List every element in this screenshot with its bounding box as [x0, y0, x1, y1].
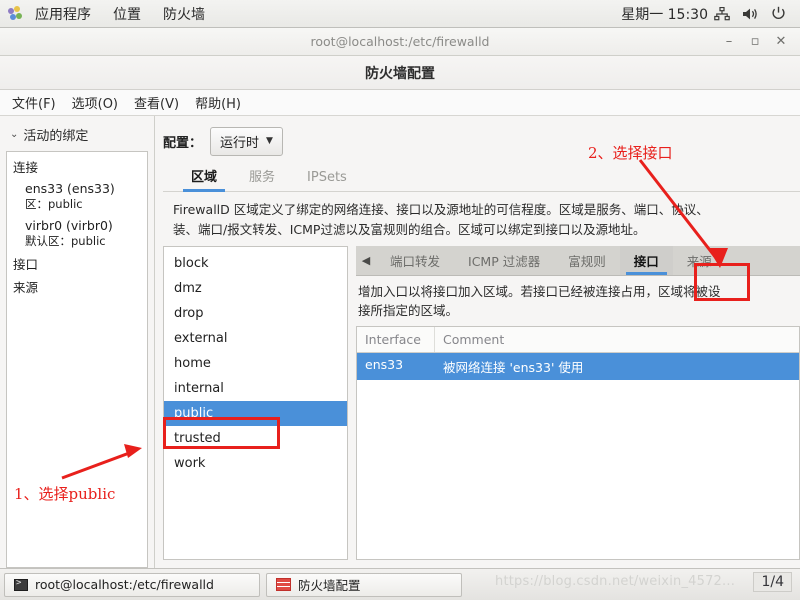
- close-button[interactable]: ✕: [768, 28, 794, 55]
- panel-menu-applications[interactable]: 应用程序: [24, 0, 102, 27]
- interfaces-description: 增加入口以将接口加入区域。若接口已经被连接占用，区域将被设 接所指定的区域。: [356, 276, 800, 326]
- menu-view[interactable]: 查看(V): [126, 90, 187, 115]
- subtab-interfaces[interactable]: 接口: [619, 246, 673, 275]
- zone-item-work[interactable]: work: [164, 451, 347, 476]
- table-header-row: Interface Comment: [357, 327, 799, 353]
- window-body: ⌄ 活动的绑定 连接 ens33 (ens33) 区：public virbr0…: [0, 116, 800, 568]
- bindings-list[interactable]: 连接 ens33 (ens33) 区：public virbr0 (virbr0…: [6, 151, 148, 568]
- zone-item-block[interactable]: block: [164, 251, 347, 276]
- app-title: 防火墙配置: [365, 65, 435, 82]
- zone-item-external[interactable]: external: [164, 326, 347, 351]
- interfaces-description-line-2: 接所指定的区域。: [358, 303, 459, 318]
- subtab-port-forward[interactable]: 端口转发: [376, 246, 454, 275]
- column-header-comment: Comment: [443, 332, 505, 347]
- cell-comment: 被网络连接 'ens33' 使用: [443, 360, 584, 375]
- interfaces-table[interactable]: Interface Comment ens33 被网络连接 'ens33' 使用: [356, 326, 800, 560]
- tab-ipsets[interactable]: IPSets: [291, 164, 363, 191]
- sidebar-header-label: 活动的绑定: [23, 129, 89, 144]
- power-icon[interactable]: [764, 0, 792, 27]
- zone-list[interactable]: block dmz drop external home internal pu…: [163, 246, 348, 560]
- active-bindings-sidebar: ⌄ 活动的绑定 连接 ens33 (ens33) 区：public virbr0…: [0, 116, 155, 568]
- binding-name: ens33 (ens33): [25, 181, 115, 196]
- zone-item-public[interactable]: public: [164, 401, 347, 426]
- panel-clock[interactable]: 星期一 15:30: [621, 4, 708, 24]
- subtab-sources[interactable]: 来源: [673, 246, 726, 275]
- menu-help[interactable]: 帮助(H): [187, 90, 249, 115]
- binding-group-interfaces[interactable]: 接口: [7, 252, 147, 275]
- taskbar-item-label: root@localhost:/etc/firewalld: [35, 577, 214, 592]
- zone-item-home[interactable]: home: [164, 351, 347, 376]
- minimize-button[interactable]: –: [716, 28, 742, 55]
- panel-left-group: 应用程序 位置 防火墙: [0, 0, 216, 27]
- subtab-rich-rules[interactable]: 富规则: [554, 246, 620, 275]
- window-titlebar[interactable]: root@localhost:/etc/firewalld – ▫ ✕: [0, 28, 800, 56]
- maximize-button[interactable]: ▫: [742, 28, 768, 55]
- tab-zones[interactable]: 区域: [175, 160, 233, 192]
- window-controls: – ▫ ✕: [716, 28, 794, 55]
- network-icon[interactable]: [708, 0, 736, 27]
- configuration-dropdown[interactable]: 运行时 ▼: [210, 126, 283, 156]
- zone-item-drop[interactable]: drop: [164, 301, 347, 326]
- zones-description-line-1: FirewallD 区域定义了绑定的网络连接、接口以及源地址的可信程度。区域是服…: [173, 202, 709, 217]
- panel-menu-firewall[interactable]: 防火墙: [152, 0, 216, 27]
- cell-interface: ens33: [365, 357, 404, 372]
- taskbar-item-label: 防火墙配置: [298, 578, 361, 593]
- subtab-icmp-filter[interactable]: ICMP 过滤器: [454, 246, 554, 275]
- firewall-icon: [276, 578, 291, 591]
- zone-item-trusted[interactable]: trusted: [164, 426, 347, 451]
- menu-options[interactable]: 选项(O): [64, 90, 126, 115]
- menubar: 文件(F) 选项(O) 查看(V) 帮助(H): [0, 90, 800, 116]
- zone-detail-split: block dmz drop external home internal pu…: [163, 246, 800, 568]
- binding-name: virbr0 (virbr0): [25, 218, 113, 233]
- scroll-left-icon[interactable]: ◀: [356, 254, 376, 267]
- chevron-down-icon: ▼: [266, 136, 273, 146]
- gnome-logo-icon[interactable]: [8, 5, 24, 22]
- main-content: 配置： 运行时 ▼ 区域 服务 IPSets FirewallD 区域定义了绑定…: [155, 116, 800, 568]
- binding-entry-ens33[interactable]: ens33 (ens33) 区：public: [7, 178, 147, 215]
- taskbar-item-firewall[interactable]: 防火墙配置: [266, 572, 462, 597]
- interfaces-description-line-1: 增加入口以将接口加入区域。若接口已经被连接占用，区域将被设: [358, 284, 721, 299]
- firewall-config-window: root@localhost:/etc/firewalld – ▫ ✕ 防火墙配…: [0, 28, 800, 568]
- zone-subtabs: ◀ 端口转发 ICMP 过滤器 富规则 接口 来源: [356, 246, 800, 276]
- page-indicator: 1/4: [753, 572, 792, 592]
- zones-description-line-2: 装、端口/报文转发、ICMP过滤以及富规则的组合。区域可以绑定到接口以及源地址。: [173, 222, 646, 237]
- zone-detail-panel: ◀ 端口转发 ICMP 过滤器 富规则 接口 来源 增加入口以将接口加入区域。若…: [356, 246, 800, 560]
- desktop-top-panel: 应用程序 位置 防火墙 星期一 15:30: [0, 0, 800, 28]
- configuration-row: 配置： 运行时 ▼: [163, 124, 800, 158]
- zones-description: FirewallD 区域定义了绑定的网络连接、接口以及源地址的可信程度。区域是服…: [163, 192, 800, 246]
- main-tabstrip: 区域 服务 IPSets: [163, 160, 800, 192]
- terminal-icon: [14, 578, 28, 591]
- binding-zone: 默认区：public: [25, 234, 106, 248]
- app-header: 防火墙配置: [0, 56, 800, 90]
- panel-menu-places[interactable]: 位置: [102, 0, 152, 27]
- watermark-text: https://blog.csdn.net/weixin_4572...: [495, 574, 736, 589]
- configuration-value: 运行时: [220, 135, 260, 151]
- binding-group-connections[interactable]: 连接: [7, 155, 147, 178]
- binding-entry-virbr0[interactable]: virbr0 (virbr0) 默认区：public: [7, 215, 147, 252]
- configuration-label: 配置：: [163, 135, 203, 151]
- binding-zone: 区：public: [25, 197, 83, 211]
- chevron-down-icon: ⌄: [10, 129, 19, 140]
- zone-item-dmz[interactable]: dmz: [164, 276, 347, 301]
- binding-group-sources[interactable]: 来源: [7, 275, 147, 298]
- volume-icon[interactable]: [736, 0, 764, 27]
- sidebar-header[interactable]: ⌄ 活动的绑定: [6, 122, 148, 151]
- window-title: root@localhost:/etc/firewalld: [310, 34, 490, 49]
- table-row[interactable]: ens33 被网络连接 'ens33' 使用: [357, 353, 799, 380]
- column-header-interface: Interface: [357, 327, 435, 352]
- panel-right-group: 星期一 15:30: [621, 0, 800, 27]
- tab-services[interactable]: 服务: [233, 160, 291, 191]
- menu-file[interactable]: 文件(F): [4, 90, 64, 115]
- zone-item-internal[interactable]: internal: [164, 376, 347, 401]
- taskbar-item-terminal[interactable]: root@localhost:/etc/firewalld: [4, 572, 260, 597]
